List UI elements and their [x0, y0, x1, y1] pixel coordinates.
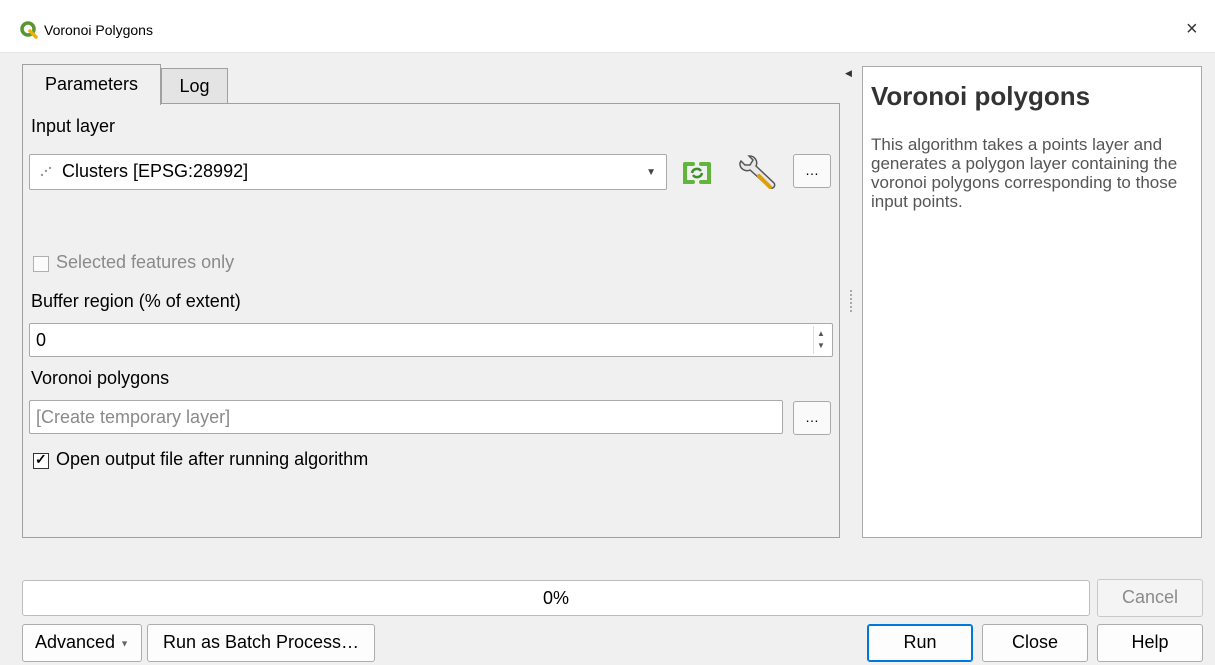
advanced-label: Advanced [35, 632, 116, 652]
input-layer-value: Clusters [EPSG:28992] [62, 161, 249, 181]
open-output-checkbox[interactable] [33, 451, 49, 469]
spinbox-arrows[interactable]: ▲ ▼ [813, 326, 830, 354]
progress-text: 0% [542, 588, 569, 608]
buffer-region-label: Buffer region (% of extent) [31, 291, 241, 311]
input-layer-combo[interactable]: Clusters [EPSG:28992] ▼ [29, 154, 667, 190]
close-window-icon[interactable]: × [1186, 19, 1198, 39]
tab-log[interactable]: Log [161, 68, 228, 103]
window-title: Voronoi Polygons [44, 22, 153, 38]
splitter-handle[interactable] [850, 290, 852, 312]
help-button[interactable]: Help [1097, 624, 1203, 662]
spin-down-icon[interactable]: ▼ [817, 341, 825, 350]
wrench-icon[interactable] [735, 154, 779, 194]
output-browse-button[interactable]: … [793, 401, 831, 435]
parameters-panel: Parameters Log Input layer Clusters [EPS… [22, 64, 840, 538]
collapse-help-arrow-icon[interactable]: ◀ [845, 68, 852, 79]
selected-features-label: Selected features only [56, 252, 235, 272]
output-destination-field[interactable]: [Create temporary layer] [29, 400, 783, 434]
iterate-features-icon[interactable] [680, 159, 714, 187]
help-title: Voronoi polygons [871, 81, 1091, 111]
input-layer-browse-button[interactable]: … [793, 154, 831, 188]
chevron-down-icon: ▼ [120, 638, 129, 649]
title-bar: Voronoi Polygons × [0, 0, 1215, 53]
progress-bar: 0% [22, 580, 1090, 616]
cancel-button[interactable]: Cancel [1097, 579, 1203, 617]
run-button[interactable]: Run [867, 624, 973, 662]
input-layer-label: Input layer [31, 116, 116, 136]
point-layer-icon [40, 166, 52, 177]
advanced-button[interactable]: Advanced ▼ [22, 624, 142, 662]
close-button[interactable]: Close [982, 624, 1088, 662]
buffer-region-value: 0 [36, 330, 47, 350]
voronoi-polygons-output-label: Voronoi polygons [31, 368, 170, 388]
help-description: This algorithm takes a points layer and … [871, 135, 1178, 211]
selected-features-checkbox[interactable] [33, 256, 49, 272]
chevron-down-icon: ▼ [646, 167, 656, 178]
output-placeholder: [Create temporary layer] [36, 407, 231, 427]
tab-parameters[interactable]: Parameters [22, 64, 161, 105]
open-output-label: Open output file after running algorithm [56, 449, 369, 469]
spin-up-icon[interactable]: ▲ [817, 329, 825, 338]
help-panel: Voronoi polygons This algorithm takes a … [862, 66, 1202, 538]
run-batch-process-button[interactable]: Run as Batch Process… [147, 624, 375, 662]
qgis-logo-icon [20, 21, 38, 39]
parameters-tab-content: Input layer Clusters [EPSG:28992] ▼ … Se… [22, 103, 840, 538]
buffer-region-spinbox[interactable]: 0 ▲ ▼ [29, 323, 833, 357]
